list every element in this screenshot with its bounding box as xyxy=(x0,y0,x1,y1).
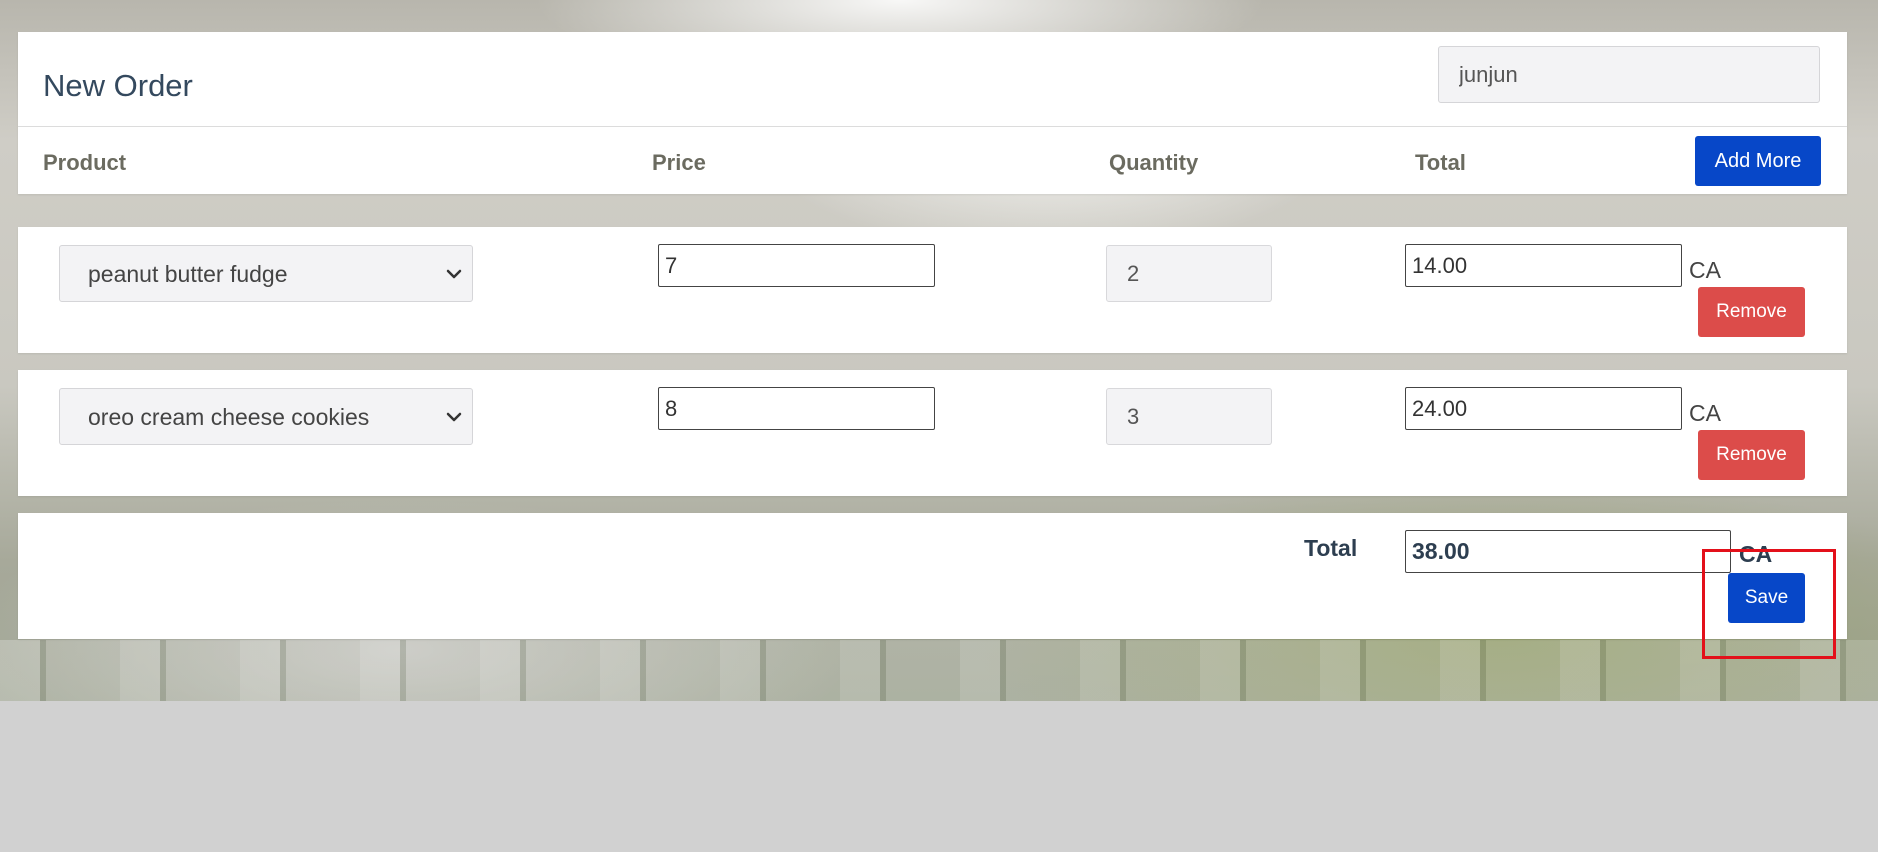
column-header-quantity: Quantity xyxy=(1109,150,1199,175)
currency-label: CA xyxy=(1689,257,1721,283)
row-total-input[interactable] xyxy=(1405,244,1682,287)
order-summary-panel: Total CA Save xyxy=(18,513,1847,639)
chevron-down-icon xyxy=(446,412,462,422)
row-total-input[interactable] xyxy=(1405,387,1682,430)
column-header-product: Product xyxy=(43,150,127,175)
order-header-panel: New Order Product Price Quantity Total A… xyxy=(18,32,1847,194)
quantity-input[interactable] xyxy=(1106,388,1272,445)
price-input[interactable] xyxy=(658,387,935,430)
column-header-price: Price xyxy=(652,150,706,175)
order-row: oreo cream cheese cookies CA Remove xyxy=(18,370,1847,496)
chevron-down-icon xyxy=(446,269,462,279)
currency-label: CA xyxy=(1689,400,1721,426)
grand-total-input[interactable] xyxy=(1405,530,1731,573)
customer-name-input[interactable] xyxy=(1438,46,1820,103)
order-header-top: New Order xyxy=(18,32,1847,127)
product-select[interactable]: peanut butter fudge xyxy=(59,245,473,302)
grand-total-currency: CA xyxy=(1739,541,1773,567)
product-select-value: peanut butter fudge xyxy=(88,261,288,287)
product-select[interactable]: oreo cream cheese cookies xyxy=(59,388,473,445)
remove-button[interactable]: Remove xyxy=(1698,287,1805,337)
add-more-button[interactable]: Add More xyxy=(1695,136,1821,186)
grand-total-label: Total xyxy=(1304,535,1358,561)
page-title: New Order xyxy=(43,68,193,103)
product-select-value: oreo cream cheese cookies xyxy=(88,404,370,430)
price-input[interactable] xyxy=(658,244,935,287)
column-header-total: Total xyxy=(1415,150,1466,175)
quantity-input[interactable] xyxy=(1106,245,1272,302)
remove-button[interactable]: Remove xyxy=(1698,430,1805,480)
save-button[interactable]: Save xyxy=(1728,573,1805,623)
order-row: peanut butter fudge CA Remove xyxy=(18,227,1847,353)
